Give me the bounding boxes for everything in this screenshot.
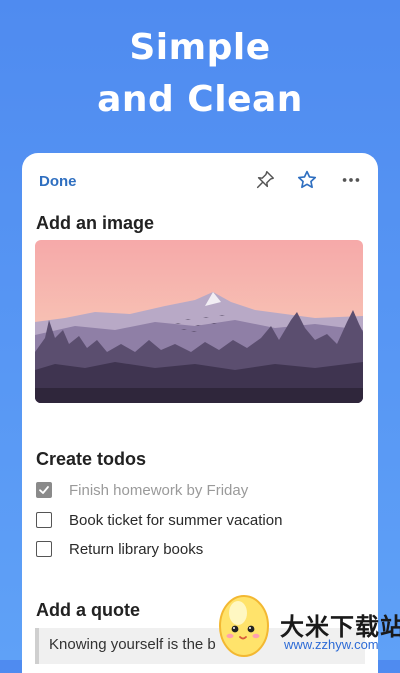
more-icon[interactable]: [340, 169, 362, 191]
todo-label: Return library books: [69, 540, 204, 558]
image-section-heading: Add an image: [36, 213, 155, 233]
unchecked-checkbox[interactable]: [36, 541, 52, 557]
pin-icon[interactable]: [254, 169, 276, 191]
unchecked-checkbox[interactable]: [36, 512, 52, 528]
site-watermark: 大米下载站 www.zzhyw.com: [212, 585, 400, 661]
quote-section-heading: Add a quote: [36, 600, 140, 620]
promo-headline: Simple and Clean: [0, 22, 400, 126]
done-button[interactable]: Done: [39, 173, 77, 190]
watermark-url: www.zzhyw.com: [284, 637, 379, 652]
star-icon[interactable]: [296, 169, 318, 191]
todo-label: Finish homework by Friday: [69, 481, 249, 499]
todo-item[interactable]: Book ticket for summer vacation: [36, 510, 282, 530]
todos-section-heading: Create todos: [36, 449, 147, 469]
editor-toolbar: Done: [22, 153, 378, 201]
todo-item[interactable]: Return library books: [36, 539, 203, 559]
mountain-landscape-image[interactable]: [35, 240, 363, 403]
todo-item[interactable]: Finish homework by Friday: [36, 480, 248, 500]
checked-checkbox[interactable]: [36, 482, 52, 498]
headline-line-2: and Clean: [97, 79, 303, 120]
todo-label: Book ticket for summer vacation: [69, 511, 283, 529]
headline-line-1: Simple: [129, 27, 271, 68]
egg-mascot-logo: [212, 587, 276, 659]
